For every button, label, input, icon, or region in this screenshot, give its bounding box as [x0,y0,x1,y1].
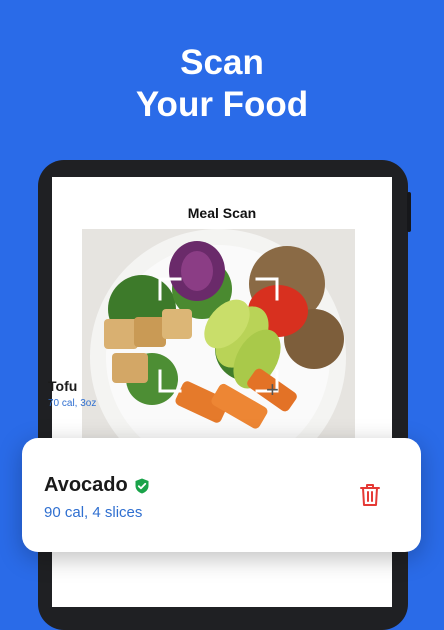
headline-line-2: Your Food [135,85,309,124]
list-item-detail: 70 cal, 3oz [48,398,97,409]
food-detail: 90 cal, 4 slices [44,504,143,521]
meal-bowl-illustration [82,229,355,439]
food-name: Avocado [44,474,128,496]
headline-line-1: Scan [180,43,264,82]
check-shield-icon [135,478,149,494]
headline: Scan Your Food [0,42,444,126]
screen-title: Meal Scan [187,205,257,221]
meal-photo [82,229,355,439]
food-result-card[interactable]: Avocado 90 cal, 4 slices [22,438,421,552]
tablet-side-button [407,192,411,232]
list-item-name: Tofu [48,378,78,394]
trash-icon[interactable] [358,482,382,508]
add-item-button[interactable]: + [266,379,279,401]
